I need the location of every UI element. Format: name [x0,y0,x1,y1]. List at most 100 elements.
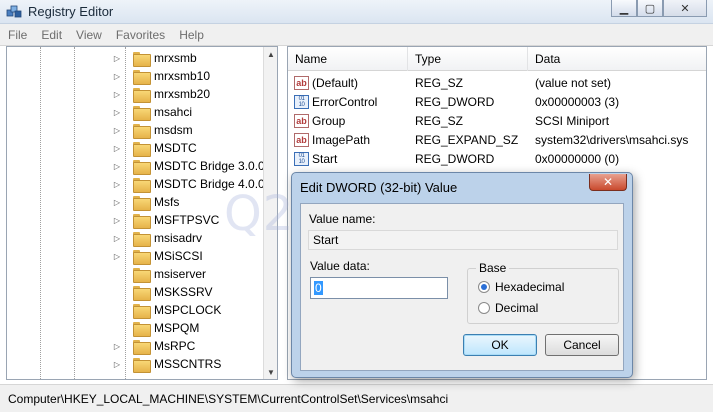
expand-arrow-icon[interactable]: ▷ [113,355,121,373]
tree-item[interactable]: ▷ MsRPC [114,337,196,355]
menu-favorites[interactable]: Favorites [116,28,165,42]
tree-item[interactable]: ▷ MSDTC [114,139,197,157]
value-data-text: 0 [314,281,323,295]
value-name: ImagePath [312,132,371,147]
tree-item-label: mrxsmb10 [154,69,211,83]
folder-icon [133,357,151,373]
folder-icon [133,267,151,283]
tree-item[interactable]: ▷ msisadrv [114,229,203,247]
column-header-data[interactable]: Data [528,47,706,71]
menu-bar: File Edit View Favorites Help [0,24,713,46]
expand-arrow-icon[interactable]: ▷ [113,211,121,229]
radio-selected-icon[interactable] [478,281,490,293]
menu-help[interactable]: Help [179,28,204,42]
tree-item[interactable]: ▷ MSDTC Bridge 4.0.0.0 [114,175,275,193]
string-value-icon: ab [294,113,309,128]
tree-item-label: MSDTC Bridge 3.0.0.0 [154,159,275,173]
tree-item[interactable]: ▷ MSDTC Bridge 3.0.0.0 [114,157,275,175]
maximize-button[interactable]: ▢ [637,0,663,17]
value-name: ErrorControl [312,94,378,109]
value-type: REG_DWORD [415,151,495,166]
menu-file[interactable]: File [8,28,27,42]
status-bar: Computer\HKEY_LOCAL_MACHINE\SYSTEM\Curre… [0,384,713,412]
tree-item-label: msiserver [154,267,207,281]
value-data-input[interactable]: 0 [310,277,448,299]
folder-icon [133,321,151,337]
tree-item[interactable]: MSPCLOCK [117,301,221,319]
tree-item[interactable]: ▷ Msfs [114,193,179,211]
tree-item-label: MSiSCSI [154,249,203,263]
title-bar: Registry Editor ▁ ▢ ✕ [0,0,713,24]
tree-item-label: MsRPC [154,339,196,353]
window-title: Registry Editor [28,4,114,19]
expand-arrow-icon[interactable]: ▷ [113,247,121,265]
folder-icon [133,249,151,265]
menu-view[interactable]: View [76,28,102,42]
column-header-type[interactable]: Type [408,47,528,71]
dialog-close-button[interactable]: ✕ [589,174,627,191]
cancel-button[interactable]: Cancel [545,334,619,356]
list-row[interactable]: ab Group REG_SZ SCSI Miniport [288,111,706,130]
decimal-label: Decimal [495,301,539,315]
close-button[interactable]: ✕ [663,0,707,17]
tree-item[interactable]: ▷ MSFTPSVC [114,211,219,229]
tree-item[interactable]: ▷ mrxsmb20 [114,85,211,103]
tree-item[interactable]: ▷ msahci [114,103,192,121]
expand-arrow-icon[interactable]: ▷ [113,67,121,85]
tree-item-label: msisadrv [154,231,203,245]
expand-arrow-icon[interactable]: ▷ [113,175,121,193]
string-value-icon: ab [294,75,309,90]
expand-arrow-icon[interactable]: ▷ [113,103,121,121]
scroll-up-arrow-icon[interactable]: ▲ [264,47,277,61]
tree-item-label: mrxsmb20 [154,87,211,101]
hexadecimal-label: Hexadecimal [495,280,565,294]
expand-arrow-icon[interactable]: ▷ [113,139,121,157]
folder-icon [133,141,151,157]
tree-item[interactable]: msiserver [117,265,206,283]
tree-item[interactable]: MSPQM [117,319,199,337]
base-label: Base [476,261,510,275]
folder-icon [133,159,151,175]
expand-arrow-icon[interactable]: ▷ [113,337,121,355]
value-type: REG_SZ [415,113,464,128]
expand-arrow-icon[interactable]: ▷ [113,85,121,103]
column-header-name[interactable]: Name [288,47,408,71]
tree-item[interactable]: ▷ mrxsmb [114,49,197,67]
tree-item[interactable]: ▷ MSiSCSI [114,247,203,265]
tree-item[interactable]: ▷ msdsm [114,121,193,139]
tree-item[interactable]: ▷ MSSCNTRS [114,355,221,373]
list-row[interactable]: ab (Default) REG_SZ (value not set) [288,73,706,92]
list-header: Name Type Data [288,47,706,71]
value-type: REG_DWORD [415,94,495,109]
list-row[interactable]: 01 10 ErrorControl REG_DWORD 0x00000003 (3) [288,92,706,111]
folder-icon [133,69,151,85]
key-tree-pane[interactable]: ▷ mrxsmb ▷ mrxsmb10 ▷ mrxsmb20 ▷ msahci ▷ msdsm ▷ M… [6,46,278,380]
value-data: (value not set) [535,75,612,90]
tree-item-label: MSKSSRV [154,285,213,299]
tree-item[interactable]: MSKSSRV [117,283,212,301]
expand-arrow-icon[interactable]: ▷ [113,229,121,247]
scroll-down-arrow-icon[interactable]: ▼ [264,365,277,379]
tree-item-label: MSDTC [154,141,197,155]
value-data: 0x00000000 (0) [535,151,620,166]
list-row[interactable]: 01 10 Start REG_DWORD 0x00000000 (0) [288,149,706,168]
tree-item-label: msdsm [154,123,193,137]
menu-edit[interactable]: Edit [41,28,62,42]
folder-icon [133,123,151,139]
window-controls: ▁ ▢ ✕ [611,0,707,18]
expand-arrow-icon[interactable]: ▷ [113,157,121,175]
folder-icon [133,195,151,211]
expand-arrow-icon[interactable]: ▷ [113,193,121,211]
tree-item[interactable]: ▷ mrxsmb10 [114,67,211,85]
expand-arrow-icon[interactable]: ▷ [113,121,121,139]
folder-icon [133,177,151,193]
decimal-radio[interactable]: Decimal [478,301,538,315]
ok-button[interactable]: OK [463,334,537,356]
hexadecimal-radio[interactable]: Hexadecimal [478,280,564,294]
minimize-button[interactable]: ▁ [611,0,637,17]
expand-arrow-icon[interactable]: ▷ [113,49,121,67]
list-row[interactable]: ab ImagePath REG_EXPAND_SZ system32\drivers… [288,130,706,149]
folder-icon [133,213,151,229]
radio-unselected-icon[interactable] [478,302,490,314]
tree-scrollbar[interactable]: ▲ ▼ [263,47,277,379]
